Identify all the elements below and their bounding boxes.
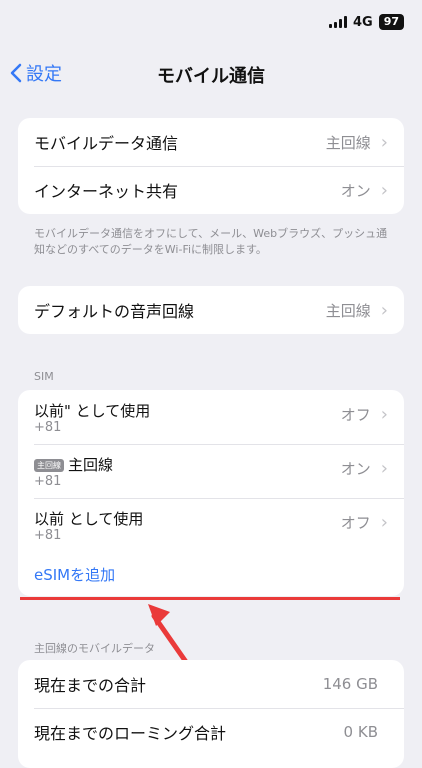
sim-status: オン [340,460,371,478]
sim-title: 以前" として使用 [34,402,151,420]
navigation-bar: 設定 モバイル通信 [0,54,422,94]
chevron-right-icon: › [380,458,388,479]
sim-section-header: SIM [34,370,54,383]
personal-hotspot-row[interactable]: インターネット共有 オン › [18,166,404,214]
sim-group: 以前" として使用 +81 オフ › 主回線 主回線 +81 オン › 以前 とし… [18,390,404,596]
status-icons: 4G 97 [328,14,404,30]
cellular-data-row[interactable]: モバイルデータ通信 主回線 › [18,118,404,166]
row-label: モバイルデータ通信 [34,134,179,153]
row-value: 0 KB [343,723,378,741]
default-voice-line-row[interactable]: デフォルトの音声回線 主回線 › [18,286,404,334]
add-esim-row[interactable]: eSIMを追加 [18,552,404,596]
sim-number: +81 [34,528,62,543]
sim-status: オフ [340,514,371,532]
row-value: 146 GB [322,675,378,693]
chevron-right-icon: › [380,299,388,321]
highlight-underline [20,597,400,600]
sim-status: オフ [340,406,371,424]
usage-row-total: 現在までの合計 146 GB [18,660,404,708]
row-label: 現在までのローミング合計 [34,724,227,743]
sim-row-1[interactable]: 以前" として使用 +81 オフ › [18,390,404,444]
sim-number: +81 [34,474,62,489]
chevron-right-icon: › [380,404,388,425]
chevron-right-icon: › [380,131,388,153]
usage-section-header: 主回線のモバイルデータ [34,642,155,655]
sim-row-3[interactable]: 以前 として使用 +81 オフ › [18,498,404,552]
sim-title: 主回線 [68,456,114,474]
signal-icon [328,16,347,28]
add-esim-link[interactable]: eSIMを追加 [34,564,115,585]
battery-icon: 97 [378,14,404,30]
chevron-right-icon: › [380,179,388,201]
row-value: 主回線 [325,133,371,152]
row-value: 主回線 [325,301,371,320]
voice-line-group: デフォルトの音声回線 主回線 › [18,286,404,334]
chevron-right-icon: › [380,512,388,533]
row-value: オン [340,181,371,200]
usage-group: 現在までの合計 146 GB 現在までのローミング合計 0 KB [18,660,404,768]
page-title: モバイル通信 [157,66,265,87]
usage-row-roaming: 現在までのローミング合計 0 KB [18,708,404,756]
row-label: インターネット共有 [34,182,179,201]
sim-row-primary[interactable]: 主回線 主回線 +81 オン › [18,444,404,498]
network-label: 4G [352,14,373,30]
primary-line-badge: 主回線 [34,459,64,472]
status-bar: 4G 97 [0,0,422,44]
row-label: 現在までの合計 [34,676,147,695]
row-label: デフォルトの音声回線 [34,302,195,321]
sim-title: 以前 として使用 [34,510,144,528]
cellular-data-note: モバイルデータ通信をオフにして、メール、Webブラウズ、プッシュ通知などのすべて… [34,227,388,256]
cellular-settings-group: モバイルデータ通信 主回線 › インターネット共有 オン › [18,118,404,214]
sim-number: +81 [34,420,62,435]
